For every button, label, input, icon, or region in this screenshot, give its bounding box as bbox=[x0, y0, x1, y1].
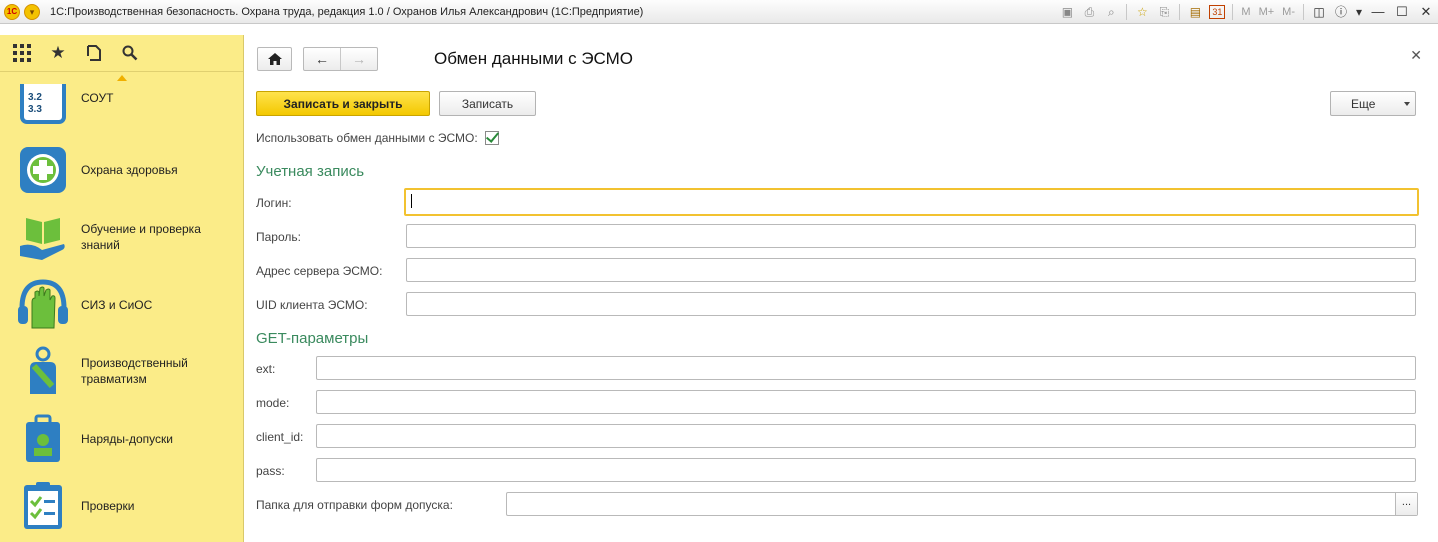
section-label: Обучение и проверка знаний bbox=[81, 222, 201, 252]
info-dropdown-icon[interactable]: ▾ bbox=[1355, 4, 1363, 20]
calendar-icon[interactable]: 31 bbox=[1209, 5, 1226, 19]
permit-badge-icon bbox=[26, 414, 60, 462]
active-section-caret-icon bbox=[117, 75, 127, 81]
health-cross-icon bbox=[20, 147, 66, 193]
toolbar-separator bbox=[1126, 4, 1128, 20]
sections-panel: ★ 3.2 3.3 СОУТ Охрана здоровья Обучение … bbox=[0, 35, 244, 542]
form-area: ← → Обмен данными с ЭСМО ✕ Записать и за… bbox=[244, 35, 1438, 542]
section-item-soyt[interactable]: 3.2 3.3 СОУТ bbox=[0, 84, 243, 126]
memory-minus-button[interactable]: M- bbox=[1282, 6, 1295, 18]
memory-plus-button[interactable]: M+ bbox=[1259, 6, 1275, 18]
section-label: СОУТ bbox=[81, 91, 114, 105]
use-exchange-row: Использовать обмен данными с ЭСМО: bbox=[256, 131, 499, 145]
server-address-field[interactable] bbox=[406, 258, 1416, 282]
preview-icon[interactable]: ⌕ bbox=[1103, 4, 1119, 20]
pass-label: pass: bbox=[256, 464, 285, 478]
sections-list: 3.2 3.3 СОУТ Охрана здоровья Обучение и … bbox=[0, 84, 243, 542]
close-form-icon[interactable]: ✕ bbox=[1410, 47, 1422, 64]
password-field[interactable] bbox=[406, 224, 1416, 248]
section-label: Наряды-допуски bbox=[81, 432, 173, 446]
favorites-add-icon[interactable]: ☆ bbox=[1134, 4, 1150, 20]
pass-field[interactable] bbox=[316, 458, 1416, 482]
favorites-star-icon[interactable]: ★ bbox=[46, 41, 70, 65]
more-button-label: Еще bbox=[1351, 96, 1376, 111]
memory-m-button[interactable]: M bbox=[1241, 6, 1250, 18]
mode-field[interactable] bbox=[316, 390, 1416, 414]
window-title: 1С:Производственная безопасность. Охрана… bbox=[50, 5, 644, 18]
section-label: Проверки bbox=[81, 499, 135, 513]
gloves-headphones-icon bbox=[18, 279, 68, 329]
close-window-button[interactable]: ✕ bbox=[1414, 2, 1438, 22]
account-section-title: Учетная запись bbox=[256, 163, 365, 180]
section-item-permits[interactable]: Наряды-допуски bbox=[0, 414, 243, 464]
sidebar-toolbar: ★ bbox=[0, 35, 243, 72]
use-exchange-label: Использовать обмен данными с ЭСМО: bbox=[256, 131, 478, 145]
home-button[interactable] bbox=[257, 47, 292, 71]
clipboard-check-icon bbox=[24, 482, 62, 529]
section-label: СИЗ и СиОС bbox=[81, 298, 153, 312]
login-field[interactable] bbox=[404, 188, 1419, 216]
svg-text:3.3: 3.3 bbox=[28, 104, 42, 115]
folder-select-button[interactable]: ... bbox=[1395, 493, 1417, 515]
page-title: Обмен данными с ЭСМО bbox=[434, 49, 634, 68]
client-uid-field[interactable] bbox=[406, 292, 1416, 316]
save-button[interactable]: Записать bbox=[439, 91, 536, 116]
home-icon bbox=[267, 53, 282, 65]
client-uid-label: UID клиента ЭСМО: bbox=[256, 298, 368, 312]
window-tools: ▣ ⎙ ⌕ ☆ ⎘ ▤ 31 M M+ M- ◫ ⓘ ▾ — ☐ ✕ bbox=[1056, 0, 1438, 24]
app-logo-icon[interactable]: 1C bbox=[4, 3, 20, 20]
client-id-field[interactable] bbox=[316, 424, 1416, 448]
search-icon[interactable] bbox=[118, 41, 142, 65]
section-item-ppe[interactable]: СИЗ и СиОС bbox=[0, 278, 243, 332]
login-label: Логин: bbox=[256, 196, 292, 210]
folder-label: Папка для отправки форм допуска: bbox=[256, 498, 453, 512]
print-icon[interactable]: ⎙ bbox=[1081, 4, 1097, 20]
use-exchange-checkbox[interactable] bbox=[484, 131, 499, 145]
ext-field[interactable] bbox=[316, 356, 1416, 380]
mode-label: mode: bbox=[256, 396, 290, 410]
main-menu-icon[interactable]: ▾ bbox=[24, 3, 40, 20]
history-icon[interactable] bbox=[82, 41, 106, 65]
all-functions-grid-icon[interactable] bbox=[10, 41, 34, 65]
more-button[interactable]: Еще bbox=[1330, 91, 1416, 116]
client-id-label: client_id: bbox=[256, 430, 304, 444]
server-address-label: Адрес сервера ЭСМО: bbox=[256, 264, 383, 278]
section-item-inspections[interactable]: Проверки bbox=[0, 481, 243, 531]
section-item-health[interactable]: Охрана здоровья bbox=[0, 145, 243, 195]
panels-icon[interactable]: ◫ bbox=[1311, 4, 1327, 20]
forward-arrow-icon[interactable]: → bbox=[340, 48, 377, 70]
section-item-training[interactable]: Обучение и проверка знаний bbox=[0, 212, 243, 262]
calculator-icon[interactable]: ▤ bbox=[1187, 4, 1203, 20]
back-arrow-icon[interactable]: ← bbox=[304, 48, 340, 70]
injured-person-icon bbox=[30, 346, 56, 394]
chevron-down-icon bbox=[1404, 102, 1410, 106]
save-disk-icon[interactable]: ▣ bbox=[1059, 4, 1075, 20]
folder-field[interactable]: ... bbox=[506, 492, 1418, 516]
minimize-button[interactable]: — bbox=[1366, 2, 1390, 22]
password-label: Пароль: bbox=[256, 230, 301, 244]
text-cursor bbox=[411, 194, 412, 208]
history-navigation: ← → bbox=[303, 47, 378, 71]
checklist-3-icon: 3.2 3.3 bbox=[20, 84, 66, 124]
section-label: Производственный травматизм bbox=[81, 356, 188, 386]
get-params-section-title: GET-параметры bbox=[256, 330, 369, 347]
ext-label: ext: bbox=[256, 362, 276, 376]
section-label: Охрана здоровья bbox=[81, 163, 178, 177]
link-icon[interactable]: ⎘ bbox=[1156, 4, 1172, 20]
book-hand-icon bbox=[20, 218, 65, 260]
save-and-close-button[interactable]: Записать и закрыть bbox=[256, 91, 430, 116]
toolbar-separator bbox=[1303, 4, 1304, 20]
section-item-injuries[interactable]: Производственный травматизм bbox=[0, 346, 243, 396]
svg-text:3.2: 3.2 bbox=[28, 92, 42, 103]
window-titlebar: 1C ▾ 1С:Производственная безопасность. О… bbox=[0, 0, 1438, 24]
toolbar-separator bbox=[1232, 4, 1234, 20]
maximize-button[interactable]: ☐ bbox=[1390, 2, 1414, 22]
info-icon[interactable]: ⓘ bbox=[1333, 4, 1349, 20]
toolbar-separator bbox=[1179, 4, 1181, 20]
